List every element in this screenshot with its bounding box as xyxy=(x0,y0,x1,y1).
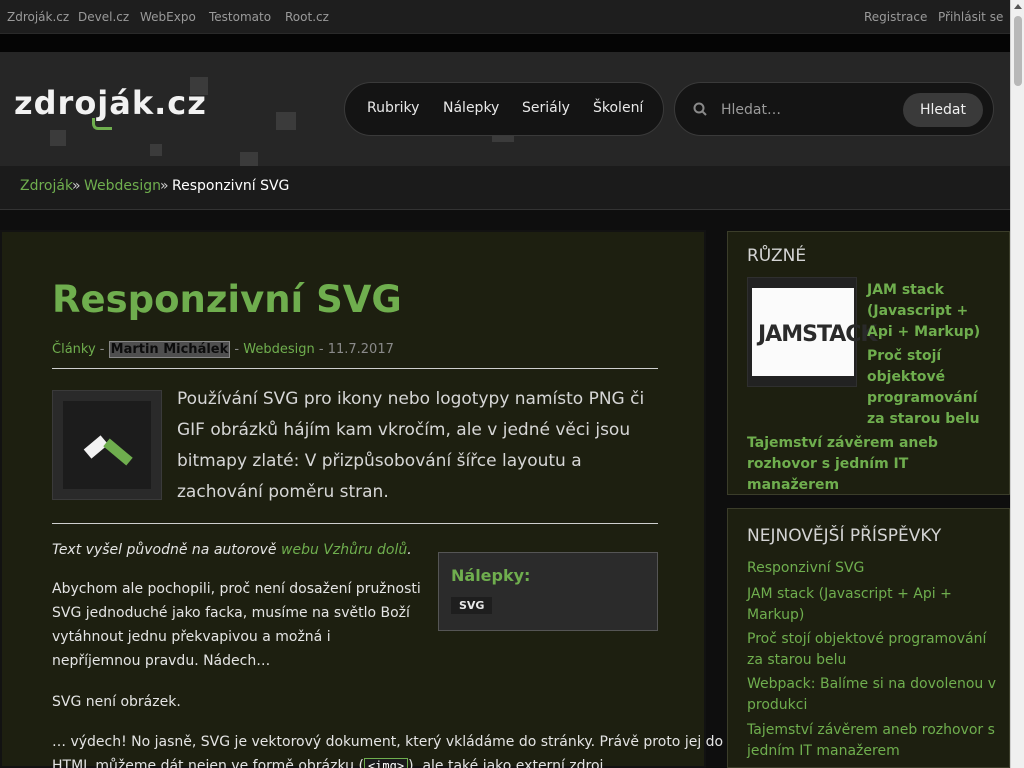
tag-svg[interactable]: SVG xyxy=(451,597,493,614)
inline-code: <img> xyxy=(363,758,409,768)
breadcrumb-separator: » xyxy=(160,178,169,194)
scroll-up-icon[interactable] xyxy=(1014,4,1022,9)
search-icon xyxy=(693,102,707,116)
meta-section[interactable]: Webdesign xyxy=(243,342,314,357)
decor-square xyxy=(276,112,296,130)
login-link[interactable]: Přihlásit se xyxy=(938,10,1003,24)
paragraph: Abychom ale pochopili, proč není dosažen… xyxy=(52,581,421,669)
main-nav: Rubriky Nálepky Seriály Školení xyxy=(344,82,664,136)
source-note-end: . xyxy=(407,542,412,558)
sidebar-misc-link[interactable]: Tajemství závěrem aneb rozhovor s jedním… xyxy=(747,433,1002,496)
decor-square xyxy=(150,144,162,156)
divider xyxy=(52,523,658,524)
header-divider xyxy=(0,34,1010,52)
breadcrumb-section[interactable]: Webdesign xyxy=(84,178,161,194)
sidebar-misc-link[interactable]: JAM stack (Javascript + Api + Markup) xyxy=(867,280,997,343)
site-logo[interactable]: zdroják.cz xyxy=(14,84,207,130)
paragraph-text: … výdech! No jasně, SVG je vektorový dok… xyxy=(52,734,724,750)
paragraph: … výdech! No jasně, SVG je vektorový dok… xyxy=(52,730,723,768)
meta-separator: - xyxy=(318,342,324,357)
source-note: Text vyšel původně na autorově webu Vzhů… xyxy=(52,538,412,562)
site-header: zdroják.cz Rubriky Nálepky Seriály Škole… xyxy=(0,52,1010,166)
article: Responzivní SVG Články - Martin Michálek… xyxy=(0,230,723,768)
paragraph-text: HTML můžeme dát nejen ve formě obrázku ( xyxy=(52,758,364,768)
meta-date: 11.7.2017 xyxy=(327,342,394,357)
register-link[interactable]: Registrace xyxy=(864,10,927,24)
meta-separator: - xyxy=(234,342,240,357)
scrollbar[interactable] xyxy=(1010,0,1024,768)
tags-box: Nálepky: SVG xyxy=(438,552,658,631)
jamstack-thumbnail[interactable]: JAMSTACK xyxy=(747,277,877,387)
nav-nalepky[interactable]: Nálepky xyxy=(443,100,499,116)
network-link-root[interactable]: Root.cz xyxy=(285,10,329,24)
sidebar-latest-heading: NEJNOVĚJŠÍ PŘÍSPĚVKY xyxy=(747,526,942,546)
decor-square xyxy=(240,152,258,166)
source-link[interactable]: webu Vzhůru dolů xyxy=(281,542,407,558)
article-perex: Používání SVG pro ikony nebo logotypy na… xyxy=(177,389,645,502)
search-button[interactable]: Hledat xyxy=(903,93,983,127)
sidebar-latest: NEJNOVĚJŠÍ PŘÍSPĚVKY Responzivní SVG JAM… xyxy=(727,508,1010,768)
latest-post-link[interactable]: Webpack: Balíme si na dovolenou v produk… xyxy=(747,674,997,716)
article-thumbnail xyxy=(52,390,162,500)
nav-skoleni[interactable]: Školení xyxy=(593,100,643,116)
paragraph: SVG není obrázek. xyxy=(52,694,181,710)
hammer-icon xyxy=(83,435,133,466)
logo-arrow-icon xyxy=(92,118,112,130)
meta-separator: - xyxy=(99,342,105,357)
network-link-devel[interactable]: Devel.cz xyxy=(78,10,129,24)
breadcrumb: Zdroják » Webdesign » Responzivní SVG xyxy=(0,166,1010,210)
scrollbar-thumb[interactable] xyxy=(1014,16,1022,86)
network-link-webexpo[interactable]: WebExpo xyxy=(140,10,196,24)
breadcrumb-separator: » xyxy=(72,178,81,194)
breadcrumb-home[interactable]: Zdroják xyxy=(20,178,73,194)
logo-text: zdroják.cz xyxy=(14,84,207,122)
nav-rubriky[interactable]: Rubriky xyxy=(367,100,419,116)
source-note-text: Text vyšel původně na autorově xyxy=(52,542,281,558)
jamstack-logo: JAMSTACK xyxy=(758,322,877,347)
network-link-zdrojak[interactable]: Zdroják.cz xyxy=(7,10,69,24)
latest-post-link[interactable]: Tajemství závěrem aneb rozhovor s jedním… xyxy=(747,720,997,762)
latest-post-link[interactable]: Proč stojí objektové programování za sta… xyxy=(747,629,997,671)
paragraph-text: ), ale také jako externí zdroj xyxy=(408,758,604,768)
network-bar: Zdroják.cz Devel.cz WebExpo Testomato Ro… xyxy=(0,0,1010,34)
article-meta: Články - Martin Michálek - Webdesign - 1… xyxy=(52,341,394,358)
latest-post-link[interactable]: JAM stack (Javascript + Api + Markup) xyxy=(747,584,997,626)
breadcrumb-current: Responzivní SVG xyxy=(172,178,290,194)
search-form: Hledat xyxy=(674,82,994,136)
tags-heading: Nálepky: xyxy=(451,566,531,585)
latest-post-link[interactable]: Responzivní SVG xyxy=(747,558,997,579)
divider xyxy=(52,368,658,369)
decor-square xyxy=(50,130,66,146)
meta-author[interactable]: Martin Michálek xyxy=(108,341,231,358)
sidebar-misc-link[interactable]: Proč stojí objektové programování za sta… xyxy=(867,346,997,430)
nav-serialy[interactable]: Seriály xyxy=(522,100,570,116)
network-link-testomato[interactable]: Testomato xyxy=(209,10,271,24)
meta-category[interactable]: Články xyxy=(52,342,96,357)
search-input[interactable] xyxy=(721,97,891,123)
article-title: Responzivní SVG xyxy=(52,278,402,321)
sidebar-misc: RŮZNÉ JAMSTACK JAM stack (Javascript + A… xyxy=(727,231,1010,495)
sidebar-misc-heading: RŮZNÉ xyxy=(747,246,807,266)
